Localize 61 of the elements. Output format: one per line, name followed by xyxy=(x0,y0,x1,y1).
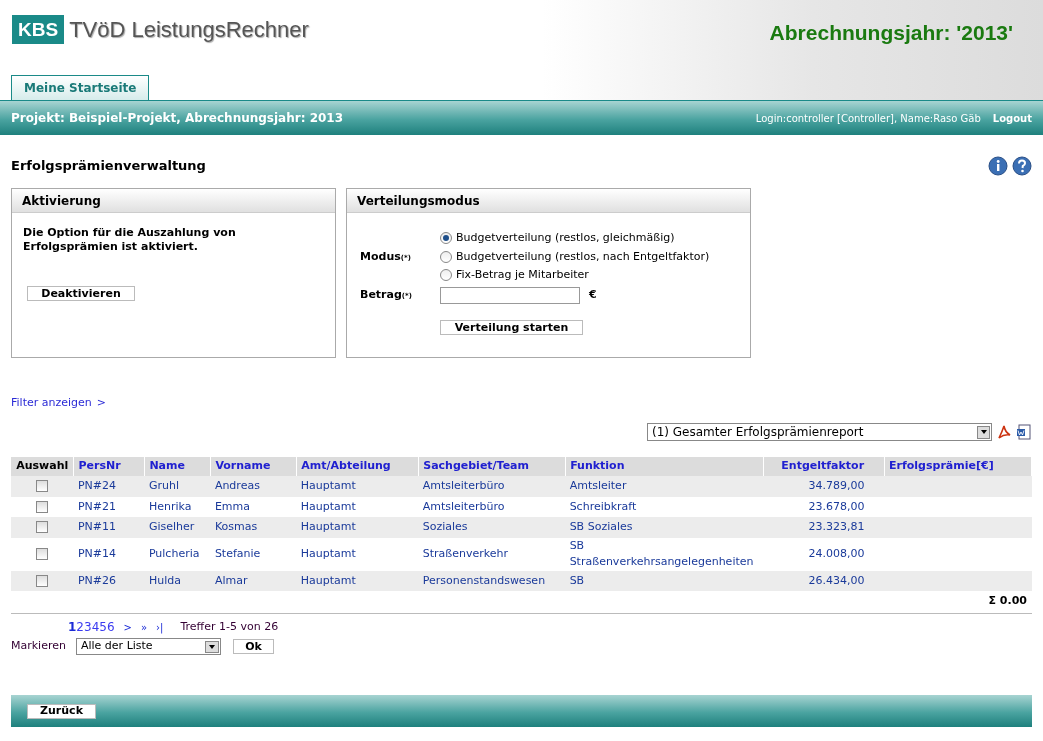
radio-option[interactable]: Budgetverteilung (restlos, nach Entgeltfaktor) xyxy=(440,248,737,265)
pagination-nav-link[interactable]: > xyxy=(123,619,132,635)
radio-button[interactable] xyxy=(440,232,452,245)
panel-title: Verteilungsmodus xyxy=(347,189,750,213)
checkbox[interactable] xyxy=(36,521,49,533)
page-title: Erfolgsprämienverwaltung xyxy=(11,157,206,176)
word-document-icon[interactable] xyxy=(1016,424,1032,440)
page-link[interactable]: 3 xyxy=(84,618,92,636)
table-cell: Andreas xyxy=(210,476,297,497)
radio-button[interactable] xyxy=(440,269,452,282)
ok-button[interactable]: Ok xyxy=(232,639,274,654)
pdf-icon[interactable] xyxy=(996,424,1012,440)
radio-option[interactable]: Fix-Betrag je Mitarbeiter xyxy=(440,267,737,284)
info-icon[interactable] xyxy=(988,156,1008,176)
page-link[interactable]: 4 xyxy=(91,618,100,636)
currency-label: € xyxy=(589,286,597,303)
table-cell: Soziales xyxy=(418,517,566,538)
chevron-icon: > xyxy=(96,395,106,416)
checkbox[interactable] xyxy=(36,480,49,492)
table-cell: Giselher xyxy=(144,517,211,538)
table-cell: 34.789,00 xyxy=(763,476,885,497)
sum-total: Σ 0.00 xyxy=(988,593,1027,609)
table-cell: Amtsleiterbüro xyxy=(418,476,566,497)
page-link[interactable]: 6 xyxy=(106,618,115,636)
logo-badge: KBS xyxy=(12,15,65,44)
table-cell: SB Soziales xyxy=(565,517,764,538)
table-cell: Gruhl xyxy=(144,476,211,497)
activation-message: Die Option für die Auszahlung von Erfolgsprämien ist aktiviert. xyxy=(22,225,237,254)
pagination-nav-link[interactable]: » xyxy=(140,619,148,635)
logo-text: TVöD LeistungsRechner xyxy=(69,16,309,44)
table-cell: Amtsleiter xyxy=(565,476,764,497)
checkbox[interactable] xyxy=(36,500,49,513)
checkbox[interactable] xyxy=(36,574,49,587)
amount-field[interactable] xyxy=(440,286,580,304)
mark-label: Markieren xyxy=(11,638,66,655)
page-link[interactable]: 1 xyxy=(68,618,77,636)
project-info: Projekt: Beispiel-Projekt, Abrechnungsjahr: 2013 xyxy=(11,110,344,127)
page-link[interactable]: 5 xyxy=(99,618,107,636)
table-cell: PN#11 xyxy=(74,517,145,538)
deactivate-button[interactable]: Deaktivieren xyxy=(27,286,135,301)
hits-count: Treffer 1-5 von 26 xyxy=(180,618,279,635)
help-icon[interactable] xyxy=(1012,156,1032,176)
radio-button[interactable] xyxy=(440,250,452,263)
table-cell: PN#24 xyxy=(74,476,145,497)
login-info: Login:controller [Controller], Name:Raso Gäb xyxy=(755,111,981,126)
pagination-nav-link[interactable]: ›| xyxy=(156,619,164,635)
table-cell: Hauptamt xyxy=(296,476,419,497)
mark-select[interactable]: Alle der Liste xyxy=(75,638,221,655)
table-cell: Hauptamt xyxy=(296,517,419,538)
tab[interactable]: Meine Startseite xyxy=(11,75,150,100)
radio-option[interactable]: Budgetverteilung (restlos, gleichmäßig) xyxy=(440,230,737,247)
back-button[interactable]: Zurück xyxy=(27,703,96,719)
page-link[interactable]: 2 xyxy=(76,618,84,636)
table-cell: 23.323,81 xyxy=(763,517,885,538)
checkbox[interactable] xyxy=(36,547,49,560)
table-cell: Kosmas xyxy=(210,517,297,538)
filter-link[interactable]: Filter anzeigen xyxy=(11,395,92,416)
start-distribution-button[interactable]: Verteilung starten xyxy=(440,320,583,335)
panel-title: Aktivierung xyxy=(12,189,335,213)
report-select[interactable]: (1) Gesamter Erfolgsprämienreport xyxy=(647,423,992,441)
year-title: Abrechnungsjahr: '2013' xyxy=(769,20,1013,46)
